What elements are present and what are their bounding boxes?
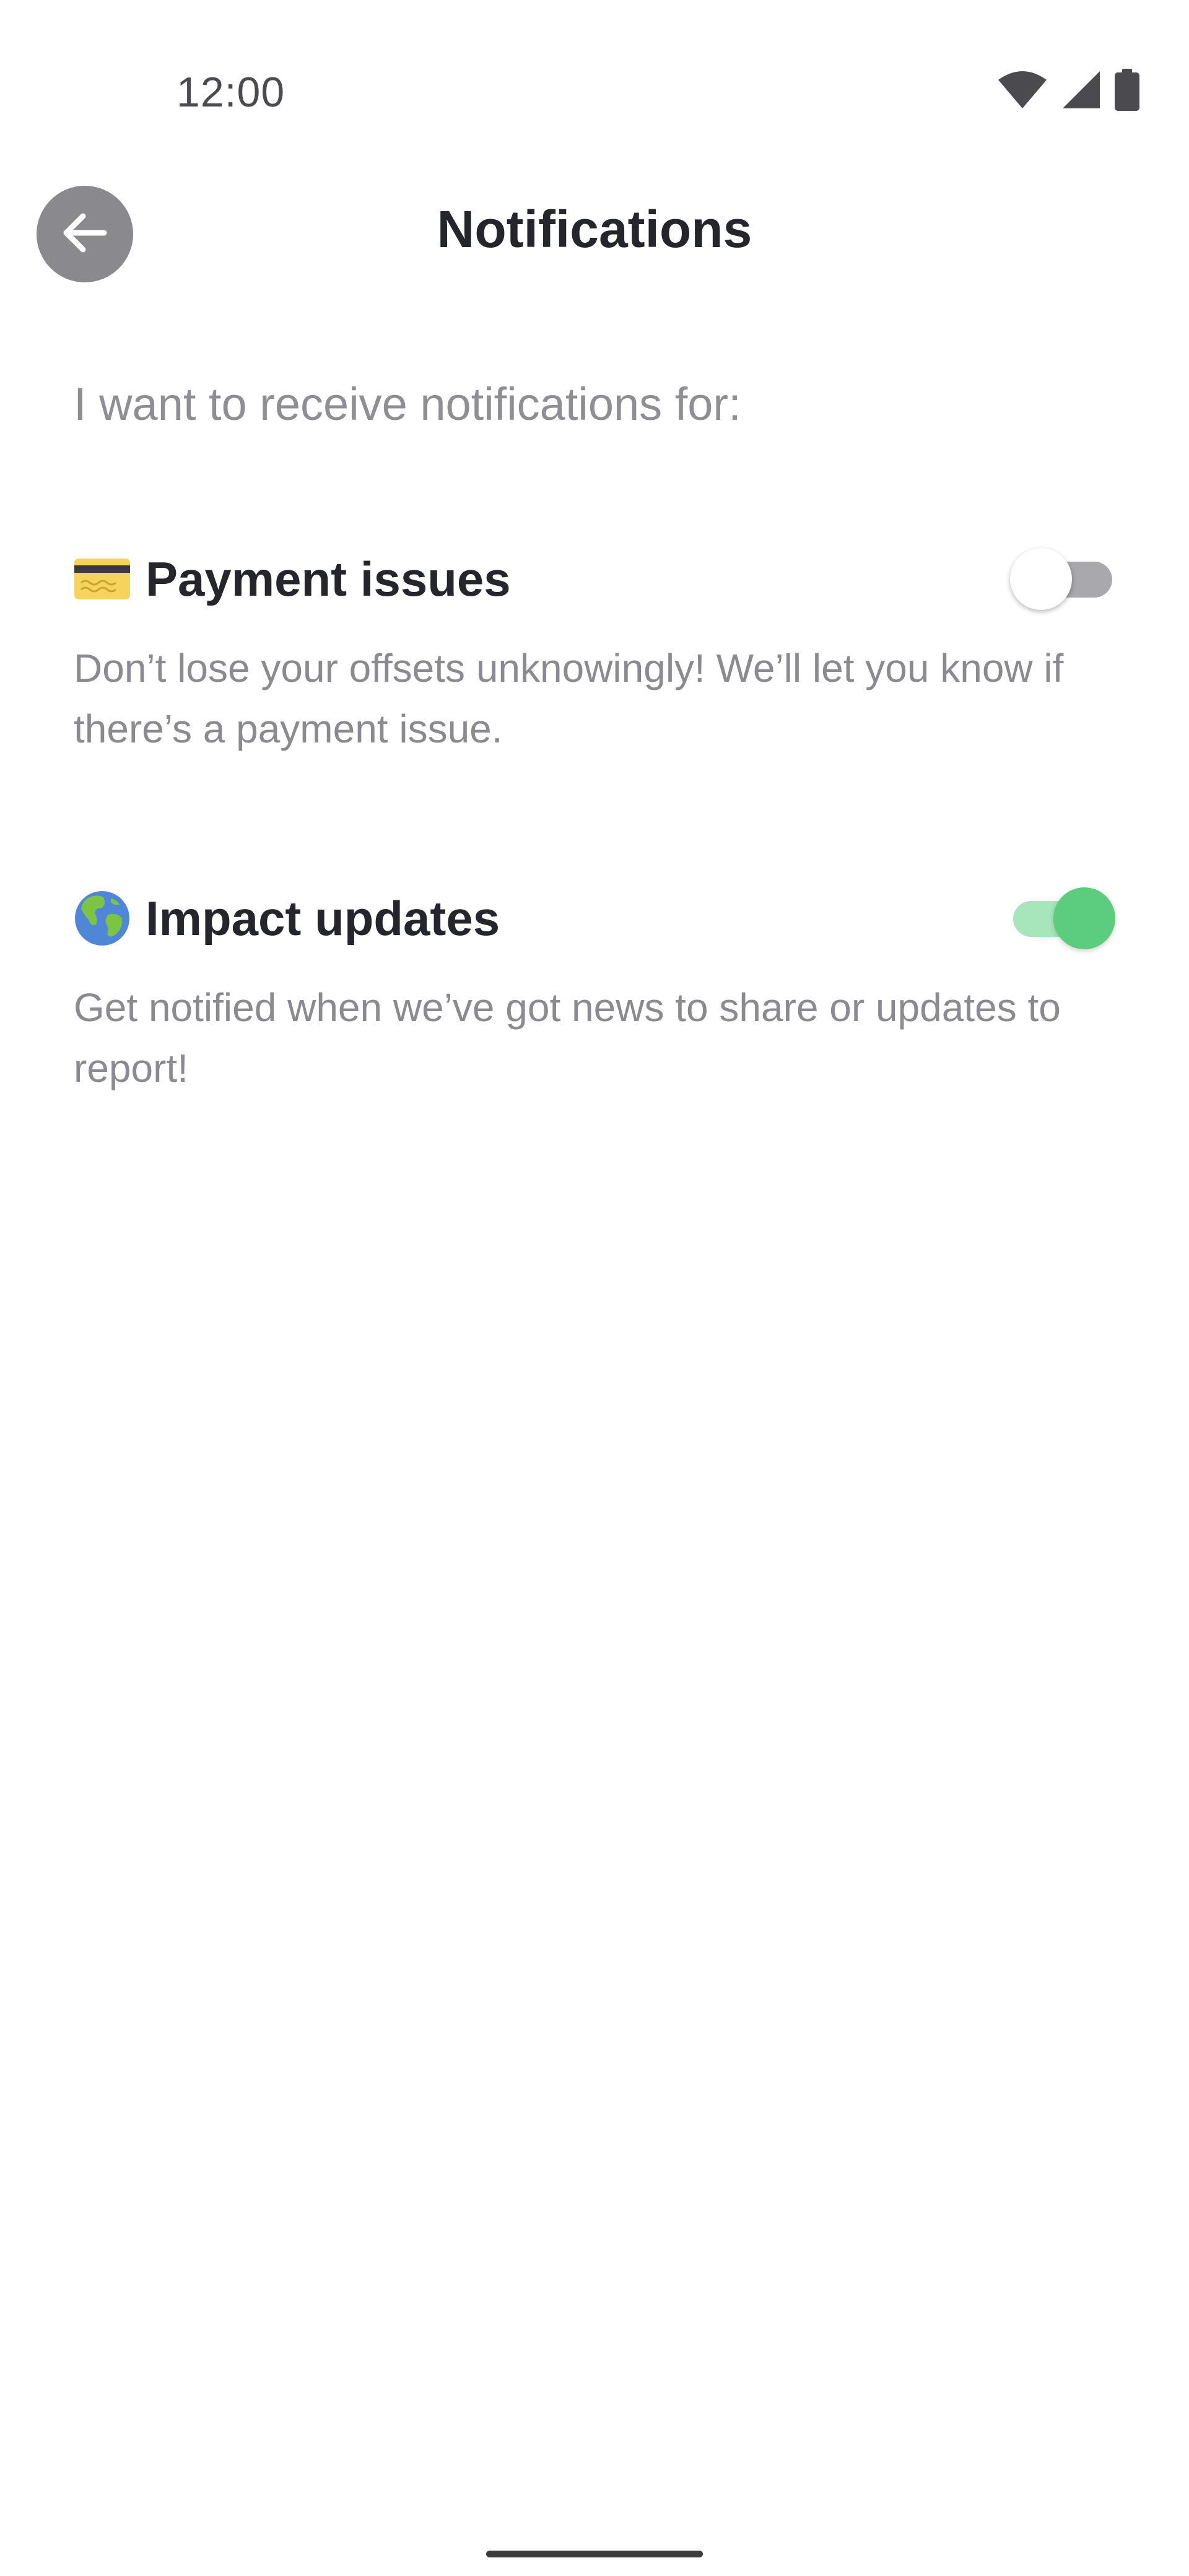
page-title: Notifications [437, 200, 752, 258]
toggle-thumb [1053, 887, 1115, 949]
status-icons [997, 68, 1139, 111]
notifications-screen: 12:00 Notifications I want to receive no… [0, 0, 1189, 2576]
setting-row: Payment issues [74, 545, 1115, 613]
setting-description: Get notified when we’ve got news to shar… [74, 985, 1061, 1090]
payment-issues-toggle[interactable] [1010, 548, 1115, 610]
gesture-handle[interactable] [486, 2551, 703, 2557]
impact-updates-toggle[interactable] [1010, 887, 1115, 949]
globe-icon [74, 890, 131, 947]
status-time: 12:00 [176, 69, 285, 116]
setting-description: Don’t lose your offsets unknowingly! We’… [74, 646, 1064, 751]
signal-icon [1061, 70, 1101, 110]
setting-payment-issues: Payment issues Don’t lose your offsets u… [74, 545, 1115, 759]
setting-row: Impact updates [74, 884, 1115, 952]
credit-card-icon [74, 550, 131, 607]
battery-icon [1115, 69, 1139, 111]
status-bar: 12:00 [0, 0, 1189, 155]
wifi-icon [997, 70, 1048, 110]
intro-text: I want to receive notifications for: [74, 378, 741, 430]
toggle-thumb [1010, 548, 1072, 610]
setting-title: Payment issues [146, 551, 511, 606]
app-header: Notifications [0, 186, 1189, 285]
setting-impact-updates: Impact updates Get notified when we’ve g… [74, 884, 1115, 1099]
setting-title: Impact updates [146, 890, 500, 946]
